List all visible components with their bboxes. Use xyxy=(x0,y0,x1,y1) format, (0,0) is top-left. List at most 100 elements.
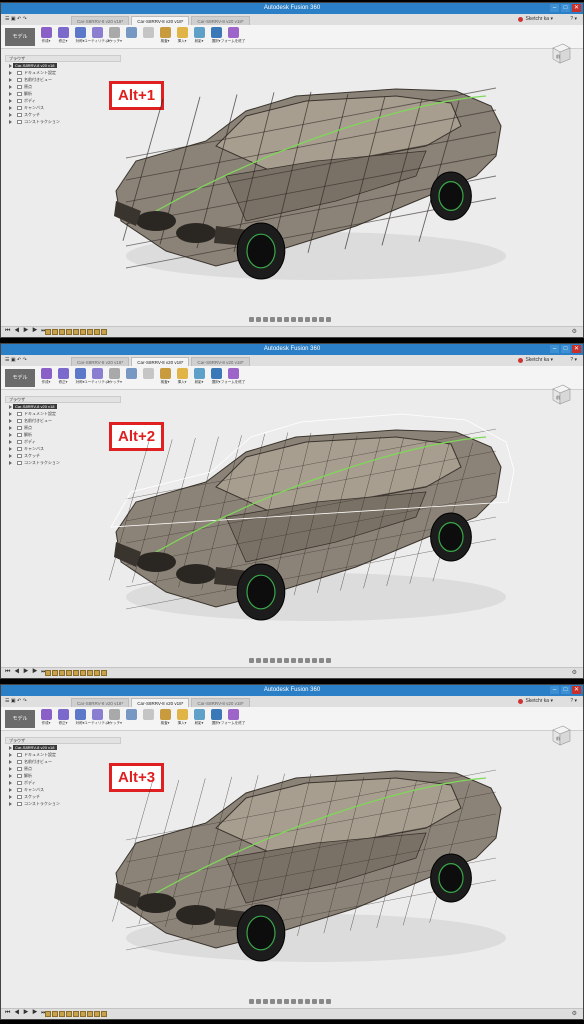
document-tab[interactable]: Car-S8RRV-8 v20 v18* xyxy=(71,698,130,707)
close-button[interactable]: ✕ xyxy=(572,686,581,694)
timeline-controls[interactable]: ⏮ ◀ ▶ ▶ ⏭ xyxy=(5,328,48,335)
tool-button[interactable] xyxy=(141,27,155,44)
nav-tool-icon[interactable] xyxy=(284,999,289,1004)
nav-tool-icon[interactable] xyxy=(291,999,296,1004)
nav-tool-icon[interactable] xyxy=(270,317,275,322)
timeline-step[interactable] xyxy=(87,670,93,676)
minimize-button[interactable]: – xyxy=(550,4,559,12)
document-tab-active[interactable]: Car-S8RRV-8 v20 v18* xyxy=(131,698,190,707)
tool-button[interactable]: ユーティリティ▾ xyxy=(84,709,110,726)
timeline-step[interactable] xyxy=(59,329,65,335)
nav-tool-icon[interactable] xyxy=(305,658,310,663)
timeline-steps[interactable] xyxy=(45,329,107,335)
car-model-box[interactable] xyxy=(96,51,516,291)
tool-button[interactable]: 挿入▾ xyxy=(175,709,189,726)
timeline-step[interactable] xyxy=(101,670,107,676)
timeline-step[interactable] xyxy=(101,1011,107,1017)
tool-button[interactable]: スケッチ▾ xyxy=(106,709,122,726)
tool-button[interactable] xyxy=(124,368,138,385)
nav-tool-icon[interactable] xyxy=(305,999,310,1004)
timeline-step[interactable] xyxy=(45,329,51,335)
timeline-step[interactable] xyxy=(52,670,58,676)
timeline-step[interactable] xyxy=(94,1011,100,1017)
timeline-step[interactable] xyxy=(52,329,58,335)
nav-tool-icon[interactable] xyxy=(249,317,254,322)
navigation-bar[interactable] xyxy=(249,316,339,323)
nav-tool-icon[interactable] xyxy=(298,999,303,1004)
maximize-button[interactable]: □ xyxy=(561,686,570,694)
nav-tool-icon[interactable] xyxy=(270,658,275,663)
tool-button[interactable]: 修正▾ xyxy=(56,709,70,726)
workspace-switcher[interactable]: モデル xyxy=(5,710,35,728)
timeline-step[interactable] xyxy=(59,1011,65,1017)
car-model-control[interactable] xyxy=(96,392,516,632)
tool-button[interactable]: 作成▾ xyxy=(39,709,53,726)
document-tab[interactable]: Car-S8RRV-8 v20 v18* xyxy=(191,16,250,25)
timeline-step[interactable] xyxy=(94,329,100,335)
tool-button[interactable]: フォームを終了 xyxy=(221,709,245,726)
nav-tool-icon[interactable] xyxy=(312,317,317,322)
record-icon[interactable] xyxy=(518,358,523,363)
close-button[interactable]: ✕ xyxy=(572,4,581,12)
nav-tool-icon[interactable] xyxy=(270,999,275,1004)
close-button[interactable]: ✕ xyxy=(572,345,581,353)
tool-button[interactable]: 射影▾ xyxy=(192,709,206,726)
nav-tool-icon[interactable] xyxy=(298,317,303,322)
nav-tool-icon[interactable] xyxy=(326,658,331,663)
nav-tool-icon[interactable] xyxy=(263,999,268,1004)
tool-button[interactable]: ユーティリティ▾ xyxy=(84,27,110,44)
document-tab[interactable]: Car-S8RRV-8 v20 v18* xyxy=(191,357,250,366)
nav-tool-icon[interactable] xyxy=(319,658,324,663)
workspace-switcher[interactable]: モデル xyxy=(5,369,35,387)
nav-tool-icon[interactable] xyxy=(277,658,282,663)
nav-tool-icon[interactable] xyxy=(256,317,261,322)
timeline-step[interactable] xyxy=(73,670,79,676)
quick-access-icons[interactable]: ☰ ▣ ↶ ↷ xyxy=(5,16,27,22)
minimize-button[interactable]: – xyxy=(550,686,559,694)
maximize-button[interactable]: □ xyxy=(561,4,570,12)
timeline-step[interactable] xyxy=(94,670,100,676)
timeline-step[interactable] xyxy=(66,1011,72,1017)
timeline-step[interactable] xyxy=(80,1011,86,1017)
nav-tool-icon[interactable] xyxy=(319,999,324,1004)
tool-button[interactable]: 射影▾ xyxy=(192,27,206,44)
nav-tool-icon[interactable] xyxy=(312,658,317,663)
record-icon[interactable] xyxy=(518,17,523,22)
timeline-step[interactable] xyxy=(80,329,86,335)
workspace-switcher[interactable]: モデル xyxy=(5,28,35,46)
nav-tool-icon[interactable] xyxy=(263,658,268,663)
tool-button[interactable]: フォームを終了 xyxy=(221,368,245,385)
gear-icon[interactable]: ⚙ xyxy=(572,328,577,335)
document-tab-active[interactable]: Car-S8RRV-8 v20 v18* xyxy=(131,357,190,366)
tool-button[interactable]: 検査▾ xyxy=(158,27,172,44)
nav-tool-icon[interactable] xyxy=(263,317,268,322)
timeline-controls[interactable]: ⏮ ◀ ▶ ▶ ⏭ xyxy=(5,669,48,676)
nav-tool-icon[interactable] xyxy=(277,999,282,1004)
nav-tool-icon[interactable] xyxy=(326,999,331,1004)
nav-tool-icon[interactable] xyxy=(305,317,310,322)
nav-tool-icon[interactable] xyxy=(249,658,254,663)
document-tab[interactable]: Car-S8RRV-8 v20 v18* xyxy=(191,698,250,707)
navigation-bar[interactable] xyxy=(249,657,339,664)
timeline-step[interactable] xyxy=(101,329,107,335)
quick-access-icons[interactable]: ☰ ▣ ↶ ↷ xyxy=(5,357,27,363)
timeline-step[interactable] xyxy=(66,670,72,676)
nav-tool-icon[interactable] xyxy=(256,658,261,663)
timeline-step[interactable] xyxy=(73,329,79,335)
tool-button[interactable] xyxy=(124,709,138,726)
tool-button[interactable]: 修正▾ xyxy=(56,368,70,385)
timeline-steps[interactable] xyxy=(45,1011,107,1017)
timeline-step[interactable] xyxy=(59,670,65,676)
user-menu[interactable]: Sketchr ka ▾ xyxy=(525,696,553,707)
user-menu[interactable]: Sketchr ka ▾ xyxy=(525,355,553,366)
tool-button[interactable]: スケッチ▾ xyxy=(106,27,122,44)
help-menu[interactable]: ? ▾ xyxy=(570,696,577,707)
nav-tool-icon[interactable] xyxy=(249,999,254,1004)
nav-tool-icon[interactable] xyxy=(284,658,289,663)
nav-tool-icon[interactable] xyxy=(319,317,324,322)
tool-button[interactable]: 挿入▾ xyxy=(175,368,189,385)
user-menu[interactable]: Sketchr ka ▾ xyxy=(525,14,553,25)
tool-button[interactable]: ユーティリティ▾ xyxy=(84,368,110,385)
quick-access-icons[interactable]: ☰ ▣ ↶ ↷ xyxy=(5,698,27,704)
record-icon[interactable] xyxy=(518,699,523,704)
